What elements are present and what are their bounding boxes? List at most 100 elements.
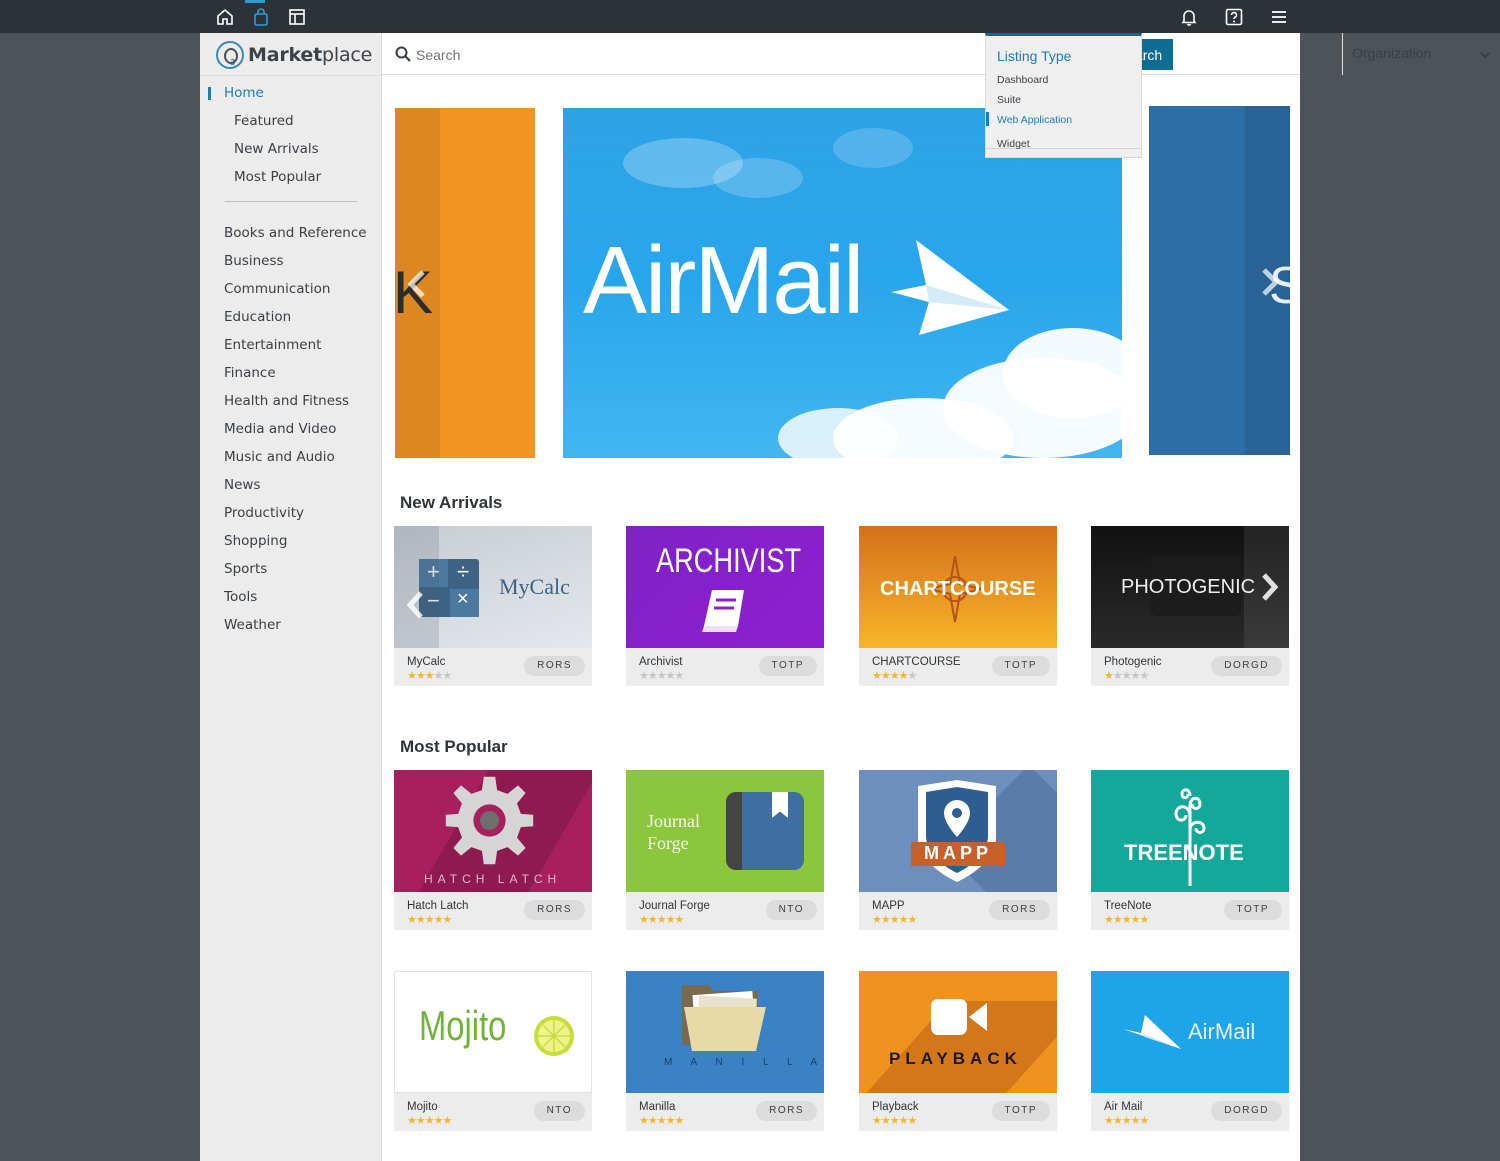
search-header: Search Organization xyxy=(382,33,1490,75)
thumb-title: Mojito xyxy=(419,1002,507,1049)
sidebar-category[interactable]: Entertainment xyxy=(200,333,382,357)
listing-type-option-dashboard[interactable]: Dashboard xyxy=(997,74,1048,86)
app-card-manilla[interactable]: M A N I L L A Manilla ★★★★★ RORS xyxy=(626,971,824,1131)
rating-stars: ★★★★★ xyxy=(872,913,917,926)
sidebar-category[interactable]: Sports xyxy=(200,557,382,581)
org-badge[interactable]: TOTP xyxy=(1223,900,1282,920)
layout-icon[interactable] xyxy=(279,0,315,33)
sidebar-item-home[interactable]: Home xyxy=(200,81,382,105)
rating-stars: ★★★★★ xyxy=(1104,669,1149,682)
sidebar-item-new-arrivals[interactable]: New Arrivals xyxy=(200,137,382,161)
sidebar-item-featured[interactable]: Featured xyxy=(200,109,382,133)
app-thumbnail: MAPP xyxy=(859,770,1057,892)
carousel-slide-airmail[interactable]: AirMail xyxy=(563,108,1122,458)
app-thumbnail: Journal Forge xyxy=(626,770,824,892)
org-badge[interactable]: RORS xyxy=(524,656,585,676)
organization-select[interactable]: Organization xyxy=(1342,33,1500,75)
paper-plane-icon xyxy=(891,240,1009,335)
sidebar-category[interactable]: Health and Fitness xyxy=(200,389,382,413)
sidebar-category[interactable]: News xyxy=(200,473,382,497)
app-card-playback[interactable]: PLAYBACK Playback ★★★★★ TOTP xyxy=(859,971,1057,1131)
sidebar-category[interactable]: Books and Reference xyxy=(200,221,382,245)
org-badge[interactable]: RORS xyxy=(756,1101,817,1121)
rating-stars: ★★★★★ xyxy=(872,1114,917,1127)
sidebar-category[interactable]: Music and Audio xyxy=(200,445,382,469)
app-card-treenote[interactable]: TREENOTE TreeNote ★★★★★ TOTP xyxy=(1091,770,1289,930)
rating-stars: ★★★★★ xyxy=(1104,1114,1149,1127)
sidebar-category[interactable]: Weather xyxy=(200,613,382,637)
app-thumbnail: HATCH LATCH xyxy=(394,770,592,892)
rating-stars: ★★★★★ xyxy=(1104,913,1149,926)
app-name: Hatch Latch xyxy=(407,900,469,912)
app-name: Manilla xyxy=(639,1101,676,1113)
sidebar-category[interactable]: Finance xyxy=(200,361,382,385)
app-card-mojito[interactable]: Mojito Mojito ★★★★★ NTO xyxy=(394,971,592,1131)
app-thumbnail: AirMail xyxy=(1091,971,1289,1093)
listing-type-option-suite[interactable]: Suite xyxy=(997,94,1021,106)
app-card-hatch-latch[interactable]: HATCH LATCH Hatch Latch ★★★★★ RORS xyxy=(394,770,592,930)
bell-icon[interactable] xyxy=(1171,0,1207,33)
lime-icon xyxy=(534,1016,574,1056)
sidebar-category[interactable]: Productivity xyxy=(200,501,382,525)
app-card-mapp[interactable]: MAPP MAPP ★★★★★ RORS xyxy=(859,770,1057,930)
org-badge[interactable]: DORGD xyxy=(1211,1101,1282,1121)
listing-type-option-widget[interactable]: Widget xyxy=(997,138,1030,150)
sidebar-category[interactable]: Media and Video xyxy=(200,417,382,441)
org-badge[interactable]: NTO xyxy=(765,900,817,920)
shopping-bag-icon[interactable] xyxy=(243,0,279,33)
sidebar-category[interactable]: Tools xyxy=(200,585,382,609)
app-card-air-mail[interactable]: AirMail Air Mail ★★★★★ DORGD xyxy=(1091,971,1289,1131)
org-badge[interactable]: RORS xyxy=(524,900,585,920)
sidebar-category[interactable]: Business xyxy=(200,249,382,273)
rating-stars: ★★★★★ xyxy=(407,669,452,682)
app-card-photogenic[interactable]: PHOTOGENIC Photogenic ★★★★★ DORGD xyxy=(1091,526,1289,686)
logo-mark-icon: 3 xyxy=(216,41,244,69)
thumb-title: AirMail xyxy=(1188,1019,1256,1044)
thumb-title: M A N I L L A xyxy=(664,1057,824,1068)
rating-stars: ★★★★★ xyxy=(872,669,917,682)
thumb-title: PLAYBACK xyxy=(889,1049,1022,1068)
marketplace-logo[interactable]: 3 Marketplace xyxy=(216,40,372,70)
thumb-title: HATCH LATCH xyxy=(424,872,562,886)
row-next-icon[interactable] xyxy=(1258,572,1280,602)
app-thumbnail: CHARTCOURSE xyxy=(859,526,1057,648)
listing-type-title[interactable]: Listing Type xyxy=(997,48,1071,64)
top-bar xyxy=(0,0,1500,33)
sidebar-category[interactable]: Education xyxy=(200,305,382,329)
app-card-chartcourse[interactable]: CHARTCOURSE CHARTCOURSE ★★★★★ TOTP xyxy=(859,526,1057,686)
org-badge[interactable]: DORGD xyxy=(1211,656,1282,676)
video-camera-icon xyxy=(931,999,987,1035)
app-name: MAPP xyxy=(872,900,905,912)
rating-stars: ★★★★★ xyxy=(639,1114,684,1127)
app-name: CHARTCOURSE xyxy=(872,656,961,668)
app-name: Journal Forge xyxy=(639,900,710,912)
section-title-new-arrivals: New Arrivals xyxy=(400,493,503,512)
org-badge[interactable]: TOTP xyxy=(758,656,817,676)
carousel-next-icon[interactable] xyxy=(1258,267,1282,297)
app-card-archivist[interactable]: ARCHIVIST Archivist ★★★★★ TOTP xyxy=(626,526,824,686)
org-badge[interactable]: TOTP xyxy=(991,1101,1050,1121)
app-thumbnail: Mojito xyxy=(394,971,592,1093)
carousel-prev-icon[interactable] xyxy=(405,269,429,299)
app-card-journal-forge[interactable]: Journal Forge Journal Forge ★★★★★ NTO xyxy=(626,770,824,930)
rating-stars: ★★★★★ xyxy=(407,1114,452,1127)
sidebar-category[interactable]: Communication xyxy=(200,277,382,301)
thumb-title: CHARTCOURSE xyxy=(880,578,1036,600)
sidebar-item-most-popular[interactable]: Most Popular xyxy=(200,165,382,189)
listing-type-dropdown[interactable]: Listing Type Dashboard Suite Web Applica… xyxy=(985,33,1142,158)
logo-text: Marketplace xyxy=(248,44,373,66)
home-icon[interactable] xyxy=(207,0,243,33)
search-input[interactable] xyxy=(416,44,896,66)
org-badge[interactable]: RORS xyxy=(989,900,1050,920)
org-badge[interactable]: NTO xyxy=(533,1101,585,1121)
app-thumbnail: ARCHIVIST xyxy=(626,526,824,648)
row-prev-icon[interactable] xyxy=(405,590,427,620)
listing-type-option-web-application[interactable]: Web Application xyxy=(985,112,1072,126)
app-thumbnail: PLAYBACK xyxy=(859,971,1057,1093)
app-name: Playback xyxy=(872,1101,919,1113)
sidebar-category[interactable]: Shopping xyxy=(200,529,382,553)
app-name: Archivist xyxy=(639,656,683,668)
help-icon[interactable] xyxy=(1216,0,1252,33)
org-badge[interactable]: TOTP xyxy=(991,656,1050,676)
menu-icon[interactable] xyxy=(1261,0,1297,33)
